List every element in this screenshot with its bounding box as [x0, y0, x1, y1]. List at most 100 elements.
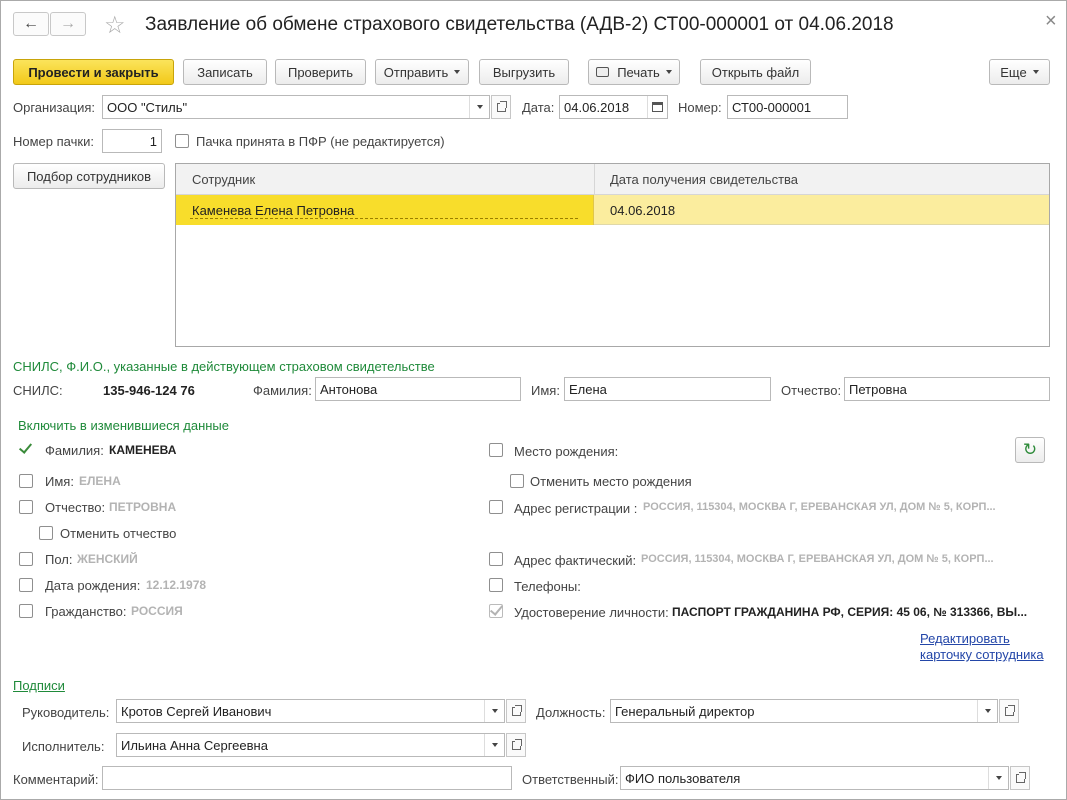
post-and-close-button[interactable]: Провести и закрыть — [13, 59, 174, 85]
date-field[interactable]: 04.06.2018 — [559, 95, 668, 119]
date-value: 04.06.2018 — [564, 99, 630, 115]
forward-button[interactable]: → — [50, 12, 86, 36]
change-phones-label: Телефоны: — [514, 579, 581, 594]
organization-field[interactable]: ООО "Стиль" — [102, 95, 490, 119]
export-button[interactable]: Выгрузить — [479, 59, 569, 85]
back-button[interactable]: ← — [13, 12, 49, 36]
change-reg-address-value: РОССИЯ, 115304, МОСКВА Г, ЕРЕВАНСКАЯ УЛ,… — [643, 501, 996, 513]
batch-number-label: Номер пачки: — [13, 134, 94, 149]
chevron-down-icon — [984, 709, 991, 713]
chevron-down-icon — [476, 105, 483, 109]
table-row[interactable]: Каменева Елена Петровна 04.06.2018 — [176, 195, 1049, 225]
save-button[interactable]: Записать — [183, 59, 267, 85]
snils-value: 135-946-124 76 — [103, 383, 195, 398]
send-button[interactable]: Отправить — [375, 59, 469, 85]
name-change-checkbox[interactable] — [19, 474, 33, 488]
surname-field[interactable]: Антонова — [315, 377, 521, 401]
change-gender-label: Пол: — [45, 552, 73, 567]
batch-number-field[interactable]: 1 — [102, 129, 162, 153]
position-dropdown-button[interactable] — [977, 700, 997, 722]
change-name-value: ЕЛЕНА — [79, 474, 121, 488]
calendar-button[interactable] — [647, 96, 667, 118]
responsible-label: Ответственный: — [522, 772, 619, 787]
employee-cell: Каменева Елена Петровна — [192, 203, 355, 218]
surname-label: Фамилия: — [253, 383, 312, 398]
organization-dropdown-button[interactable] — [469, 96, 489, 118]
batch-number-value: 1 — [149, 133, 157, 149]
edit-employee-card-link-line2[interactable]: карточку сотрудника — [920, 647, 1044, 662]
change-birthdate-label: Дата рождения: — [45, 578, 141, 593]
reg-address-change-checkbox[interactable] — [489, 500, 503, 514]
signatures-section-title[interactable]: Подписи — [13, 678, 65, 693]
fact-address-change-checkbox[interactable] — [489, 552, 503, 566]
executor-value: Ильина Анна Сергеевна — [121, 737, 268, 753]
more-label: Еще — [1000, 64, 1027, 80]
head-dropdown-button[interactable] — [484, 700, 504, 722]
change-birthdate-value: 12.12.1978 — [146, 578, 207, 592]
check-button[interactable]: Проверить — [275, 59, 366, 85]
comment-field[interactable] — [102, 766, 512, 790]
open-icon — [496, 100, 507, 112]
column-header-date[interactable]: Дата получения свидетельства — [610, 172, 798, 187]
edit-employee-card-link[interactable]: Редактировать — [920, 631, 1010, 646]
calendar-icon — [652, 102, 663, 112]
open-file-button[interactable]: Открыть файл — [700, 59, 811, 85]
head-open-button[interactable] — [506, 699, 526, 723]
change-citizenship-value: РОССИЯ — [131, 604, 183, 618]
pick-employees-button[interactable]: Подбор сотрудников — [13, 163, 165, 189]
more-button[interactable]: Еще — [989, 59, 1050, 85]
number-field[interactable]: СТ00-000001 — [727, 95, 848, 119]
name-field[interactable]: Елена — [564, 377, 771, 401]
identity-change-checkbox — [489, 604, 503, 618]
citizenship-change-checkbox[interactable] — [19, 604, 33, 618]
position-field[interactable]: Генеральный директор — [610, 699, 998, 723]
head-value: Кротов Сергей Иванович — [121, 703, 272, 719]
chevron-down-icon — [995, 776, 1002, 780]
change-identity-label: Удостоверение личности: — [514, 605, 669, 620]
cancel-patronymic-checkbox[interactable] — [39, 526, 53, 540]
favorite-star-icon[interactable]: ☆ — [104, 11, 126, 40]
position-open-button[interactable] — [999, 699, 1019, 723]
cancel-patronymic-label: Отменить отчество — [60, 526, 177, 541]
responsible-open-button[interactable] — [1010, 766, 1030, 790]
phones-change-checkbox[interactable] — [489, 578, 503, 592]
name-label: Имя: — [531, 383, 560, 398]
chevron-down-icon — [491, 709, 498, 713]
selected-cell[interactable]: Каменева Елена Петровна — [176, 195, 594, 225]
executor-open-button[interactable] — [506, 733, 526, 757]
cancel-birthplace-label: Отменить место рождения — [530, 474, 692, 489]
page-title: Заявление об обмене страхового свидетель… — [145, 14, 894, 35]
change-citizenship-label: Гражданство: — [45, 604, 127, 619]
change-surname-label: Фамилия: — [45, 443, 104, 458]
patronymic-change-checkbox[interactable] — [19, 500, 33, 514]
patronymic-field[interactable]: Петровна — [844, 377, 1050, 401]
refresh-button[interactable]: ↻ — [1015, 437, 1045, 463]
batch-accepted-label: Пачка принята в ПФР (не редактируется) — [196, 134, 445, 149]
column-header-employee[interactable]: Сотрудник — [192, 172, 255, 187]
change-patronymic-label: Отчество: — [45, 500, 106, 515]
birthplace-change-checkbox[interactable] — [489, 443, 503, 457]
surname-value: Антонова — [320, 381, 378, 397]
responsible-dropdown-button[interactable] — [988, 767, 1008, 789]
open-icon — [511, 704, 522, 716]
birthdate-change-checkbox[interactable] — [19, 578, 33, 592]
change-birthplace-label: Место рождения: — [514, 444, 619, 459]
organization-value: ООО "Стиль" — [107, 99, 188, 115]
print-button[interactable]: Печать — [588, 59, 680, 85]
chevron-down-icon — [491, 743, 498, 747]
change-name-label: Имя: — [45, 474, 74, 489]
surname-change-checkbox[interactable] — [19, 443, 33, 457]
head-field[interactable]: Кротов Сергей Иванович — [116, 699, 505, 723]
batch-accepted-checkbox[interactable] — [175, 134, 189, 148]
responsible-field[interactable]: ФИО пользователя — [620, 766, 1009, 790]
executor-dropdown-button[interactable] — [484, 734, 504, 756]
organization-label: Организация: — [13, 100, 96, 115]
gender-change-checkbox[interactable] — [19, 552, 33, 566]
organization-open-button[interactable] — [491, 95, 511, 119]
column-divider — [594, 164, 595, 195]
executor-label: Исполнитель: — [22, 739, 105, 754]
close-icon[interactable]: × — [1045, 10, 1057, 33]
cancel-birthplace-checkbox[interactable] — [510, 474, 524, 488]
executor-field[interactable]: Ильина Анна Сергеевна — [116, 733, 505, 757]
change-identity-value: ПАСПОРТ ГРАЖДАНИНА РФ, СЕРИЯ: 45 06, № 3… — [672, 605, 1028, 619]
